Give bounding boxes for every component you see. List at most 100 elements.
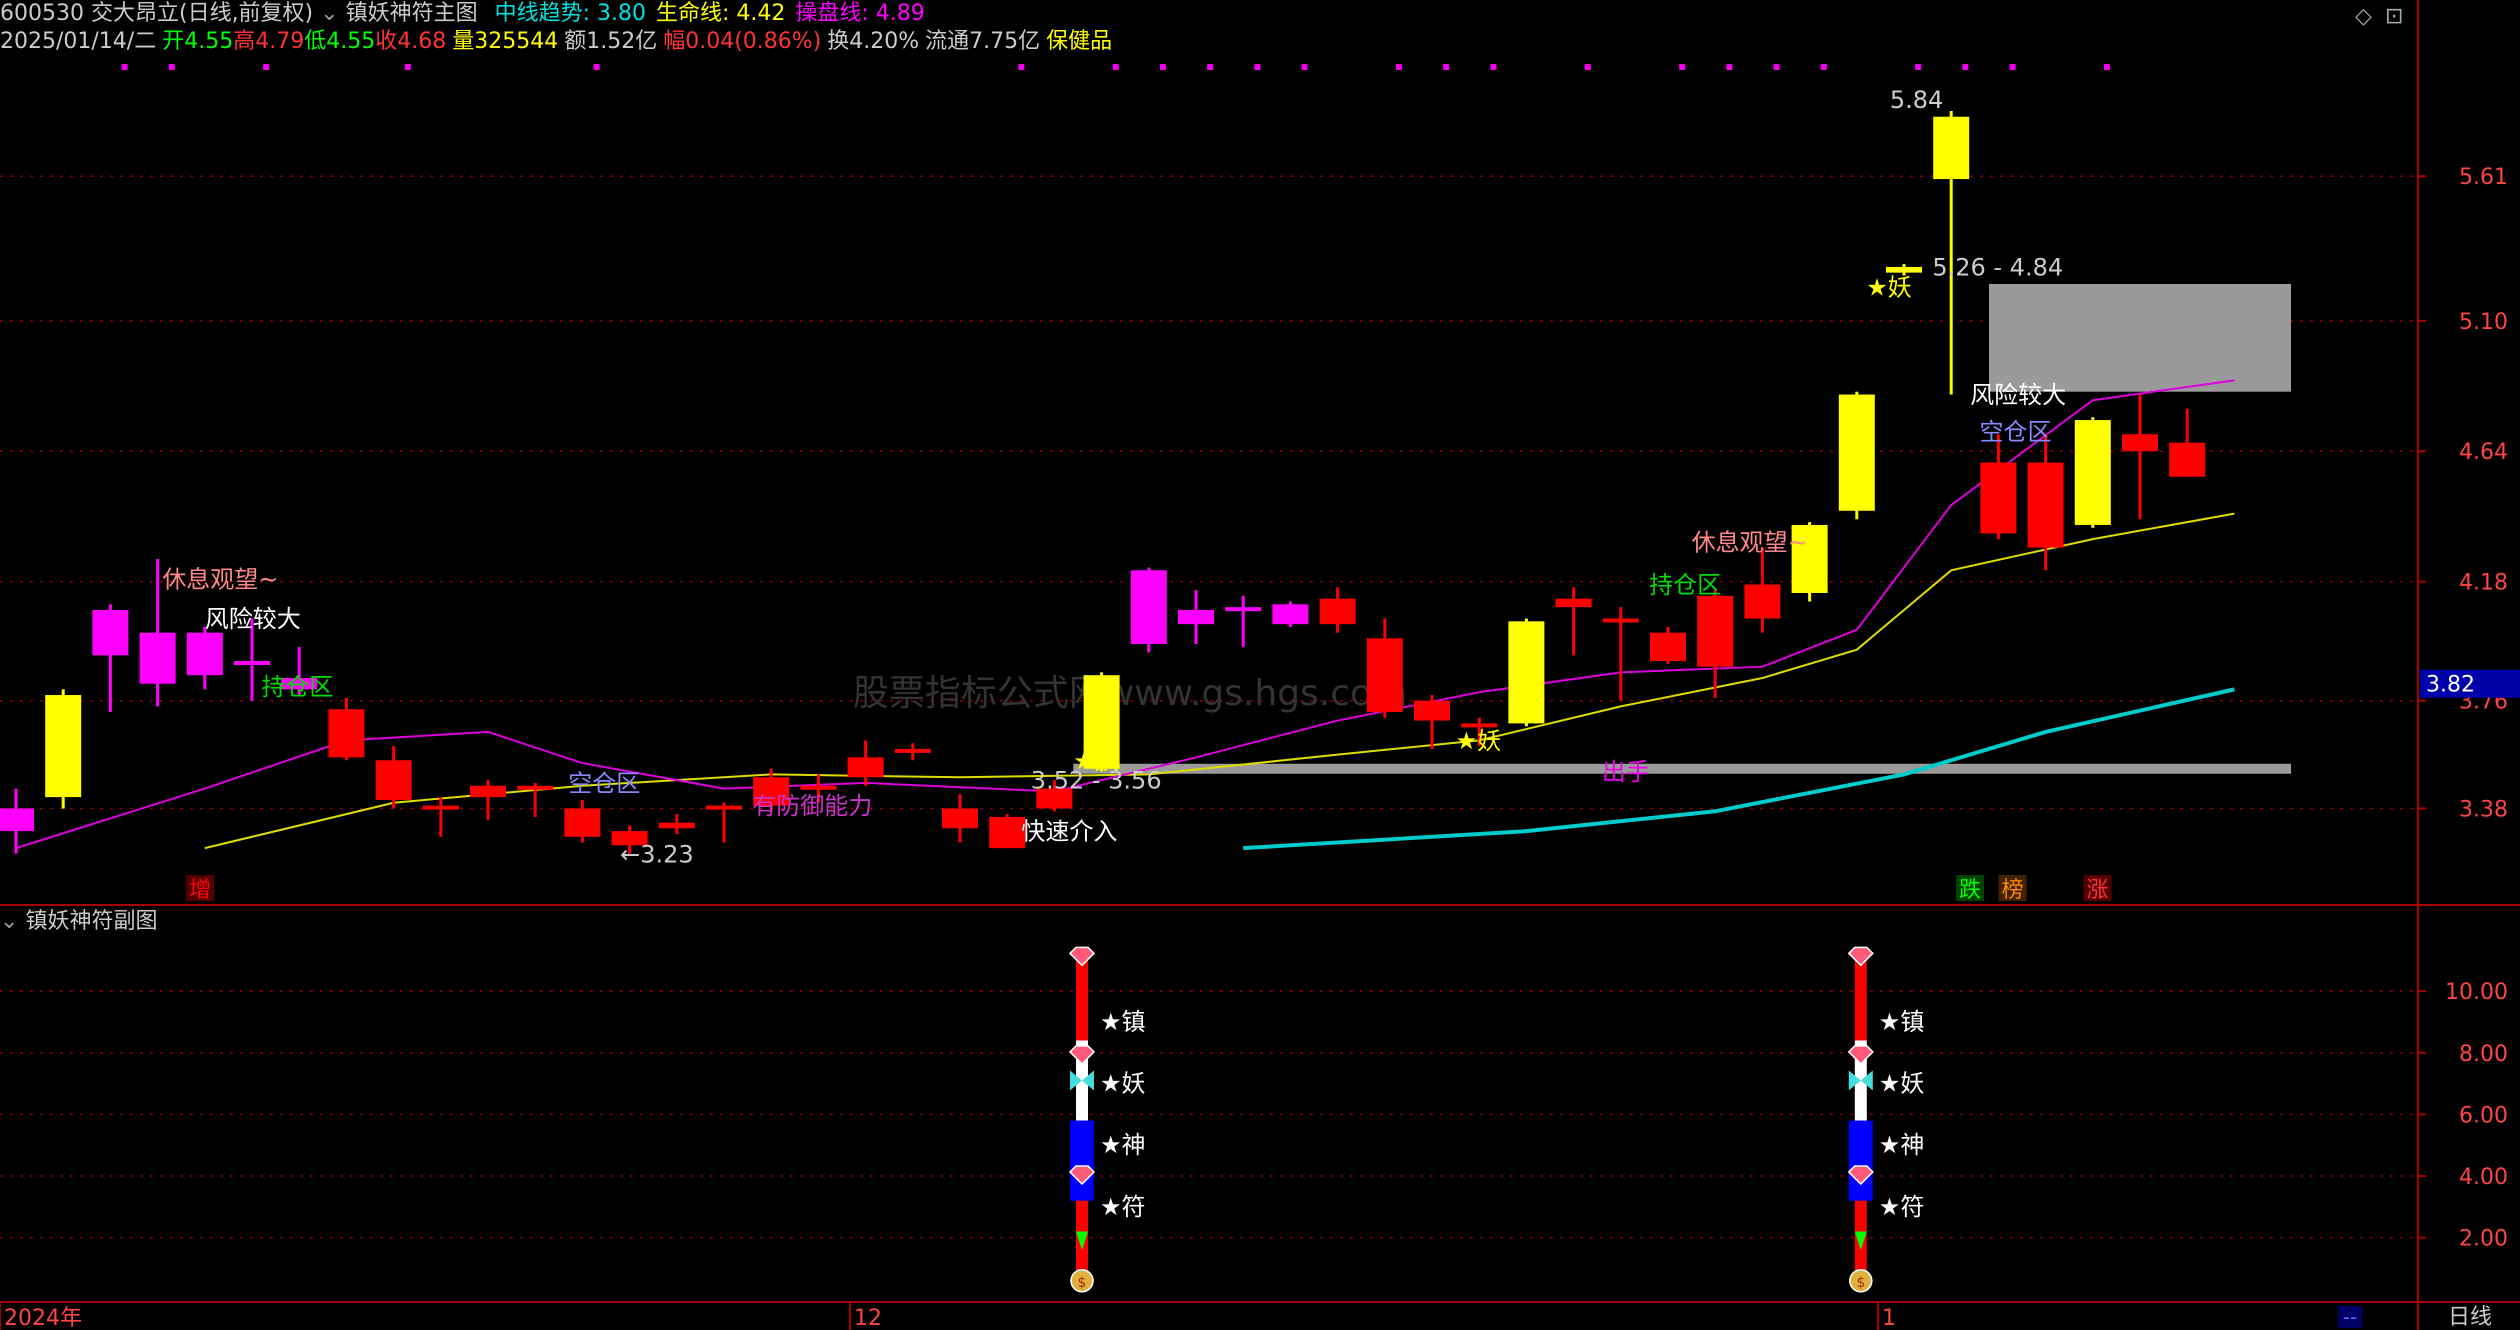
signal-dot	[1962, 64, 1969, 70]
candle-body	[1697, 595, 1734, 667]
gem-icon	[1847, 946, 1874, 967]
candle-body	[1366, 638, 1403, 713]
sub-panel-toggle-icon[interactable]: ⌄	[0, 909, 18, 934]
signal-column	[1068, 946, 1096, 1293]
candle-body	[2169, 442, 2206, 477]
time-axis-label: 1	[1882, 1306, 1896, 1330]
candle-body	[942, 808, 978, 829]
support-band	[1073, 763, 2292, 774]
candle-body	[1886, 266, 1922, 273]
chart-annotation: 风险较大	[205, 605, 301, 633]
signal-label: ★符	[1879, 1193, 1925, 1221]
sub-tick-label: 8.00	[2459, 1042, 2508, 1067]
chart-annotation: 休息观望~	[1692, 528, 1808, 556]
candle-body	[2122, 434, 2158, 452]
chart-annotation: ★妖	[1073, 747, 1119, 775]
candle-body	[470, 785, 506, 798]
signal-dot	[593, 64, 600, 70]
gem-icon	[1068, 946, 1096, 967]
tag-badge-label: 跌	[1959, 878, 1981, 903]
signal-label: ★符	[1100, 1193, 1146, 1221]
sub-tick-label: 2.00	[2459, 1227, 2508, 1252]
sub-tick-label: 4.00	[2459, 1165, 2508, 1190]
money-bag-symbol: $	[1856, 1275, 1865, 1291]
signal-label: ★妖	[1879, 1070, 1925, 1098]
chart-annotation: 持仓区	[261, 673, 333, 701]
signal-dot	[1490, 64, 1497, 70]
money-bag-symbol: $	[1078, 1275, 1087, 1291]
chart-annotation: ★妖	[1866, 273, 1912, 301]
signal-dot	[2009, 64, 2016, 70]
candle-body	[45, 695, 82, 798]
chart-annotation: ★妖	[1456, 727, 1502, 755]
chart-annotation: 有防御能力	[752, 792, 872, 820]
chart-annotation: 空仓区	[568, 769, 640, 797]
price-tick-label: 3.38	[2459, 797, 2508, 822]
chart-annotation: 空仓区	[1980, 418, 2052, 446]
candle-body	[422, 805, 459, 810]
watermark: 股票指标公式网www.gs.hgs.com	[853, 673, 1407, 714]
candle-body	[92, 609, 129, 656]
price-tick-label: 5.61	[2459, 165, 2508, 190]
signal-dot	[1679, 64, 1686, 70]
candle-body	[1508, 621, 1545, 724]
signal-dot	[1301, 64, 1308, 70]
candle-body	[1319, 598, 1356, 625]
signal-dot	[1112, 64, 1119, 70]
signal-dot	[1584, 64, 1591, 70]
sub-panel-title: 镇妖神符副图	[25, 909, 158, 934]
candle-body	[1130, 570, 1167, 645]
signal-dot	[1395, 64, 1402, 70]
signal-segment	[1070, 1120, 1094, 1201]
signal-dot	[1207, 64, 1214, 70]
candle-body	[1555, 598, 1592, 608]
candle-body	[564, 808, 601, 837]
period-label: 日线	[2448, 1305, 2492, 1330]
candle-body	[1744, 584, 1781, 619]
candle-body	[517, 785, 554, 790]
chart-annotation: 出手	[1602, 758, 1650, 786]
candle-body	[1178, 609, 1214, 625]
candle-body	[847, 757, 884, 778]
chart-annotation: 5.26 - 4.84	[1932, 253, 2063, 281]
price-tick-label: 5.10	[2459, 310, 2508, 335]
current-price-label: 3.82	[2426, 673, 2475, 698]
chart-annotation: 5.84	[1890, 86, 1943, 114]
signal-label: ★镇	[1879, 1008, 1925, 1036]
gem-icon	[1068, 1045, 1096, 1065]
signal-dot	[1018, 64, 1025, 70]
signal-dot	[1773, 64, 1780, 70]
candle-body	[1838, 394, 1875, 511]
candle-body	[706, 805, 742, 810]
candle-body	[2074, 420, 2111, 525]
scroll-mini-label: --	[2343, 1305, 2357, 1329]
sub-tick-label: 10.00	[2445, 980, 2508, 1005]
signal-column	[1847, 946, 1874, 1293]
signal-segment	[1854, 960, 1867, 1041]
signal-dot	[404, 64, 411, 70]
candle-body	[1980, 462, 2017, 534]
signal-dot	[263, 64, 270, 70]
signal-segment	[1076, 960, 1088, 1041]
candle-body	[1414, 700, 1450, 721]
signal-dot	[1726, 64, 1733, 70]
signal-dot	[121, 64, 128, 70]
kline-chart[interactable]: 5.615.104.644.183.763.383.82股票指标公式网www.g…	[0, 0, 2520, 1330]
tag-badge-label: 增	[189, 878, 211, 903]
sub-panel-header: ⌄ 镇妖神符副图	[0, 908, 157, 936]
candle-body	[2027, 462, 2064, 548]
signal-dot	[1254, 64, 1261, 70]
signal-segment	[1848, 1120, 1873, 1201]
candle-body	[1650, 632, 1686, 662]
chart-annotation: ←3.23	[620, 840, 694, 868]
candle-body	[1933, 116, 1970, 180]
price-tick-label: 4.18	[2459, 571, 2508, 596]
candle-body	[1225, 607, 1262, 612]
candle-body	[234, 661, 270, 666]
signal-label: ★神	[1100, 1131, 1146, 1159]
time-axis-label: 2024年	[4, 1306, 82, 1330]
chart-annotation: 风险较大	[1970, 381, 2066, 409]
chart-annotation: 快速介入	[1021, 818, 1117, 846]
signal-label: ★神	[1879, 1131, 1925, 1159]
candle-body	[894, 748, 931, 753]
